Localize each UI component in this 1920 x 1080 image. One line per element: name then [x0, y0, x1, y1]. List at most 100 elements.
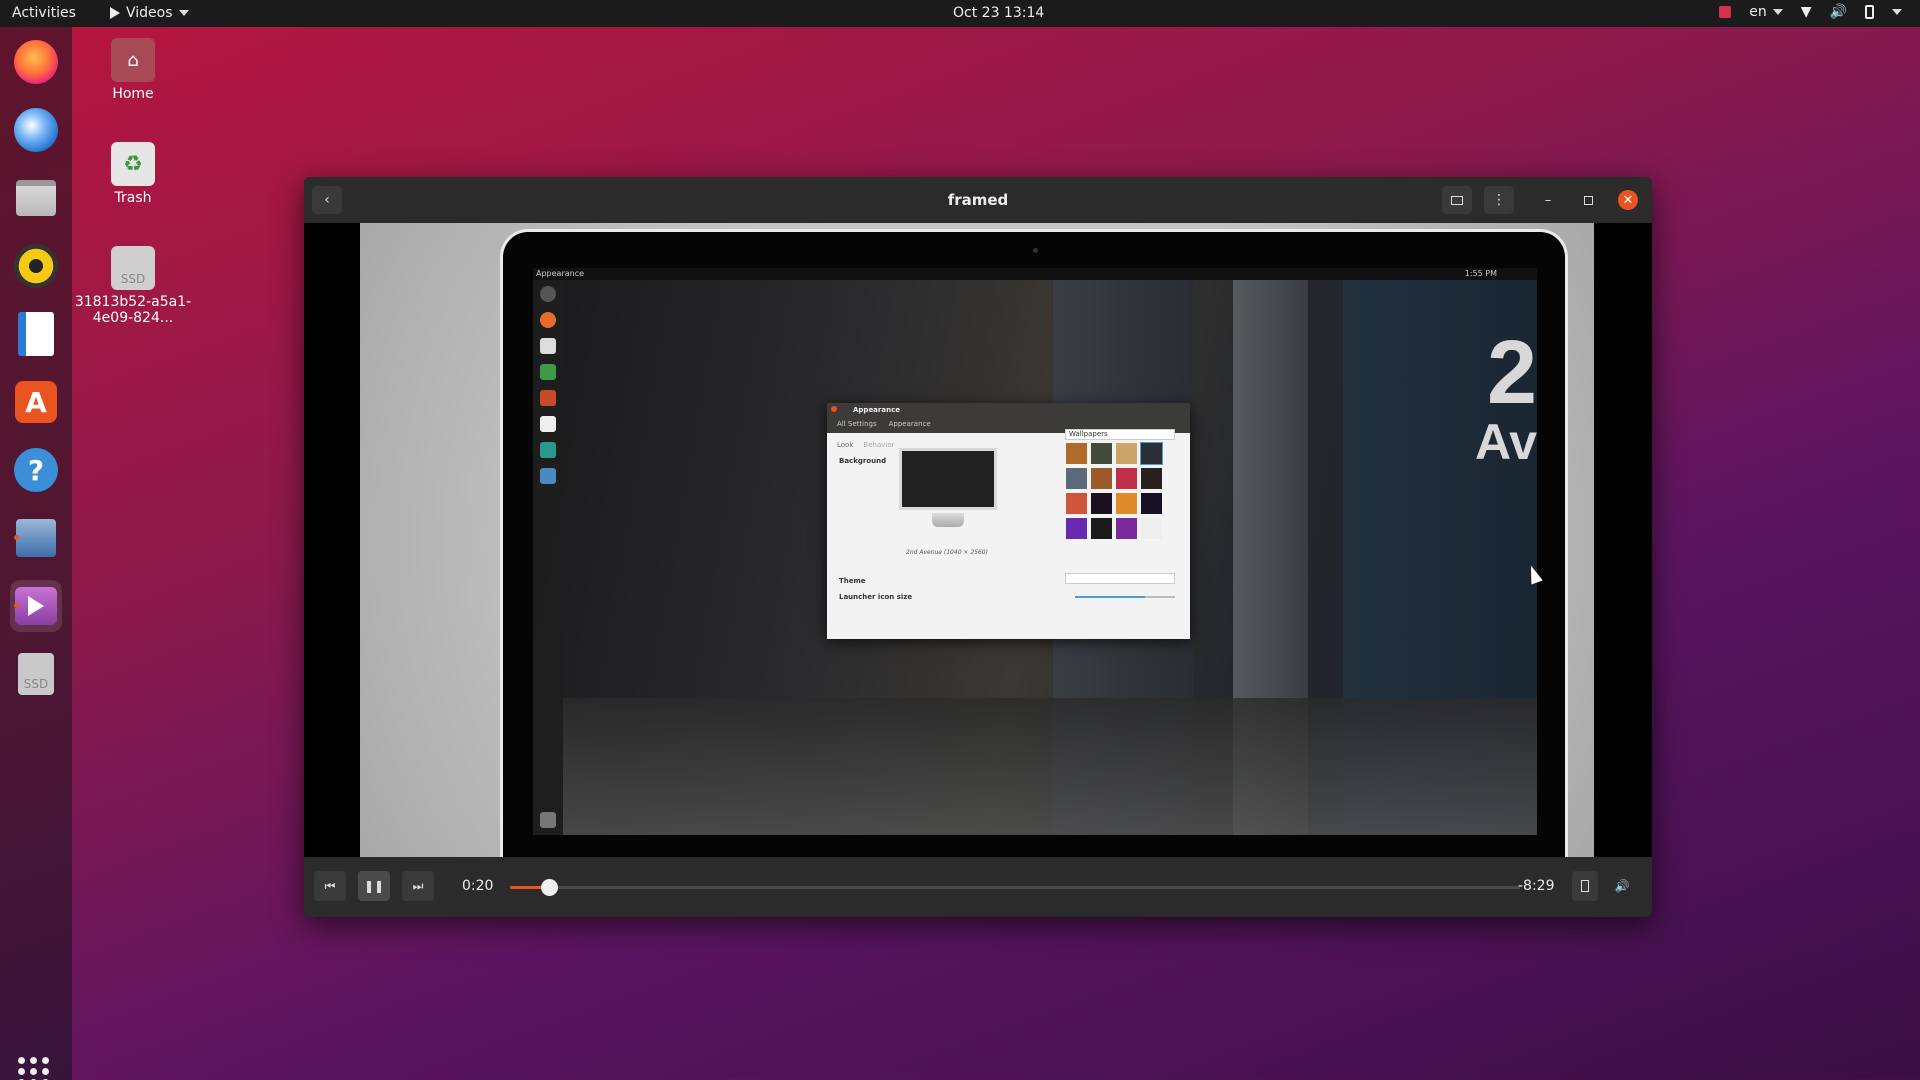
dock-thunderbird[interactable]: [10, 104, 62, 156]
station-sign-text: Av: [1474, 414, 1537, 470]
wallpaper-thumb: [1141, 468, 1162, 489]
inner-topbar-title: Appearance: [536, 269, 585, 278]
video-screen-content: 2 Av Appearance 1:55 PM Appearance All S…: [533, 268, 1537, 835]
dock-files[interactable]: [10, 172, 62, 224]
station-sign-number: 2: [1486, 323, 1537, 423]
clock[interactable]: Oct 23 13:14: [953, 5, 1044, 21]
running-indicator: [14, 603, 19, 608]
dock-help[interactable]: ?: [10, 444, 62, 496]
back-button[interactable]: ‹: [312, 186, 342, 214]
skip-back-icon: ⏮: [324, 878, 336, 893]
show-applications-button[interactable]: [18, 1057, 50, 1080]
kebab-menu-icon: ⋮: [1492, 192, 1506, 208]
language-indicator[interactable]: en: [1749, 4, 1783, 20]
desktop-icon-label: Home: [112, 86, 154, 102]
volume-icon[interactable]: 🔊: [1830, 4, 1847, 20]
seek-bar-thumb[interactable]: [541, 879, 559, 896]
battery-icon[interactable]: [1865, 5, 1874, 19]
chevron-left-icon: ‹: [324, 192, 330, 208]
chevron-down-icon: [1772, 9, 1783, 15]
videos-icon: [15, 587, 57, 625]
activities-button[interactable]: Activities: [12, 5, 76, 21]
spreadsheet-icon: [540, 364, 556, 380]
wallpaper-thumb: [1141, 518, 1162, 539]
wallpaper-thumb: [1066, 443, 1087, 464]
pause-button[interactable]: ❚❚: [358, 871, 390, 901]
remaining-time: -8:29: [1518, 878, 1555, 894]
wallpaper-thumb: [1116, 468, 1137, 489]
presentation-icon: [540, 390, 556, 406]
platform-floor: [563, 698, 1537, 835]
wallpaper-thumb: [1066, 518, 1087, 539]
tab-all-settings: All Settings: [837, 420, 877, 428]
system-menu-chevron-icon[interactable]: [1892, 9, 1902, 15]
skip-back-button[interactable]: ⏮: [314, 871, 346, 901]
dock: A ? SSD: [0, 27, 72, 1080]
video-frame[interactable]: 2 Av Appearance 1:55 PM Appearance All S…: [304, 223, 1652, 857]
dock-firefox[interactable]: [10, 36, 62, 88]
app-menu[interactable]: Videos: [110, 5, 189, 21]
record-indicator-icon[interactable]: [1719, 6, 1732, 18]
subtab-look: Look: [837, 441, 854, 449]
close-button[interactable]: ✕: [1618, 190, 1638, 210]
tab-appearance: Appearance: [888, 420, 931, 428]
dock-ssd-drive[interactable]: SSD: [10, 648, 62, 700]
inner-launcher: [533, 280, 563, 835]
rhythmbox-icon: [14, 244, 58, 288]
theme-label: Theme: [839, 577, 866, 585]
maximize-icon: [1583, 195, 1593, 205]
aspect-ratio-icon: [1581, 880, 1589, 892]
home-folder-icon: ⌂: [111, 38, 155, 82]
skip-forward-icon: ⏭: [412, 878, 424, 893]
volume-button[interactable]: 🔊: [1606, 871, 1638, 901]
seek-bar[interactable]: [510, 879, 1520, 896]
desktop-icon-drive[interactable]: SSD 31813b52-a5a1-4e09-824...: [68, 246, 198, 326]
elapsed-time: 0:20: [462, 878, 494, 894]
video-background: 2 Av Appearance 1:55 PM Appearance All S…: [360, 223, 1594, 857]
wifi-icon[interactable]: ▼: [1801, 4, 1812, 20]
launcher-icon-size-label: Launcher icon size: [839, 593, 913, 601]
wallpaper-thumb: [1116, 443, 1137, 464]
desktop-icon-label: Trash: [114, 190, 152, 206]
dock-screenshot-tool[interactable]: [10, 512, 62, 564]
fullscreen-button[interactable]: [1442, 186, 1472, 214]
wallpaper-preview: [899, 448, 997, 510]
chevron-down-icon: [178, 10, 189, 16]
dock-rhythmbox[interactable]: [10, 240, 62, 292]
software-center-icon: A: [15, 381, 57, 423]
trash-icon: [540, 812, 556, 828]
screenshot-app-icon: [16, 519, 56, 557]
background-label: Background: [839, 457, 887, 465]
appearance-title: Appearance: [853, 406, 900, 414]
desktop-icon-label: 31813b52-a5a1-4e09-824...: [74, 294, 192, 326]
wallpaper-thumb: [1091, 443, 1112, 464]
skip-forward-button[interactable]: ⏭: [402, 871, 434, 901]
system-tray[interactable]: en ▼ 🔊: [1719, 4, 1902, 20]
wallpaper-thumb: [1066, 493, 1087, 514]
video-monitor: 2 Av Appearance 1:55 PM Appearance All S…: [500, 229, 1568, 857]
screenshot-icon: [540, 468, 556, 484]
menu-button[interactable]: ⋮: [1484, 186, 1514, 214]
playback-controls: ⏮ ❚❚ ⏭ 0:20 -8:29 🔊: [304, 857, 1652, 917]
appearance-tabs: All Settings Appearance: [837, 420, 931, 428]
window-titlebar[interactable]: ‹ framed ⋮ – ✕: [304, 177, 1652, 223]
dock-libreoffice-writer[interactable]: [10, 308, 62, 360]
appearance-subtabs: Look Behavior: [837, 441, 895, 449]
writer-icon: [18, 312, 54, 356]
dock-videos[interactable]: [10, 580, 62, 632]
wallpaper-thumb: [1091, 493, 1112, 514]
drive-icon: SSD: [111, 246, 155, 290]
maximize-button[interactable]: [1578, 190, 1598, 210]
wallpaper-thumb: [1091, 518, 1112, 539]
videos-app-icon: [110, 7, 120, 19]
dock-software[interactable]: A: [10, 376, 62, 428]
minimize-button[interactable]: –: [1538, 190, 1558, 210]
close-icon: ✕: [1622, 192, 1634, 208]
desktop-icon-trash[interactable]: ♻ Trash: [78, 142, 188, 206]
volume-icon: 🔊: [1614, 879, 1630, 893]
aspect-ratio-button[interactable]: [1572, 871, 1598, 901]
language-label: en: [1749, 4, 1767, 20]
wallpapers-dropdown: Wallpapers: [1065, 429, 1175, 440]
desktop-icon-home[interactable]: ⌂ Home: [78, 38, 188, 102]
close-icon: [831, 406, 837, 412]
